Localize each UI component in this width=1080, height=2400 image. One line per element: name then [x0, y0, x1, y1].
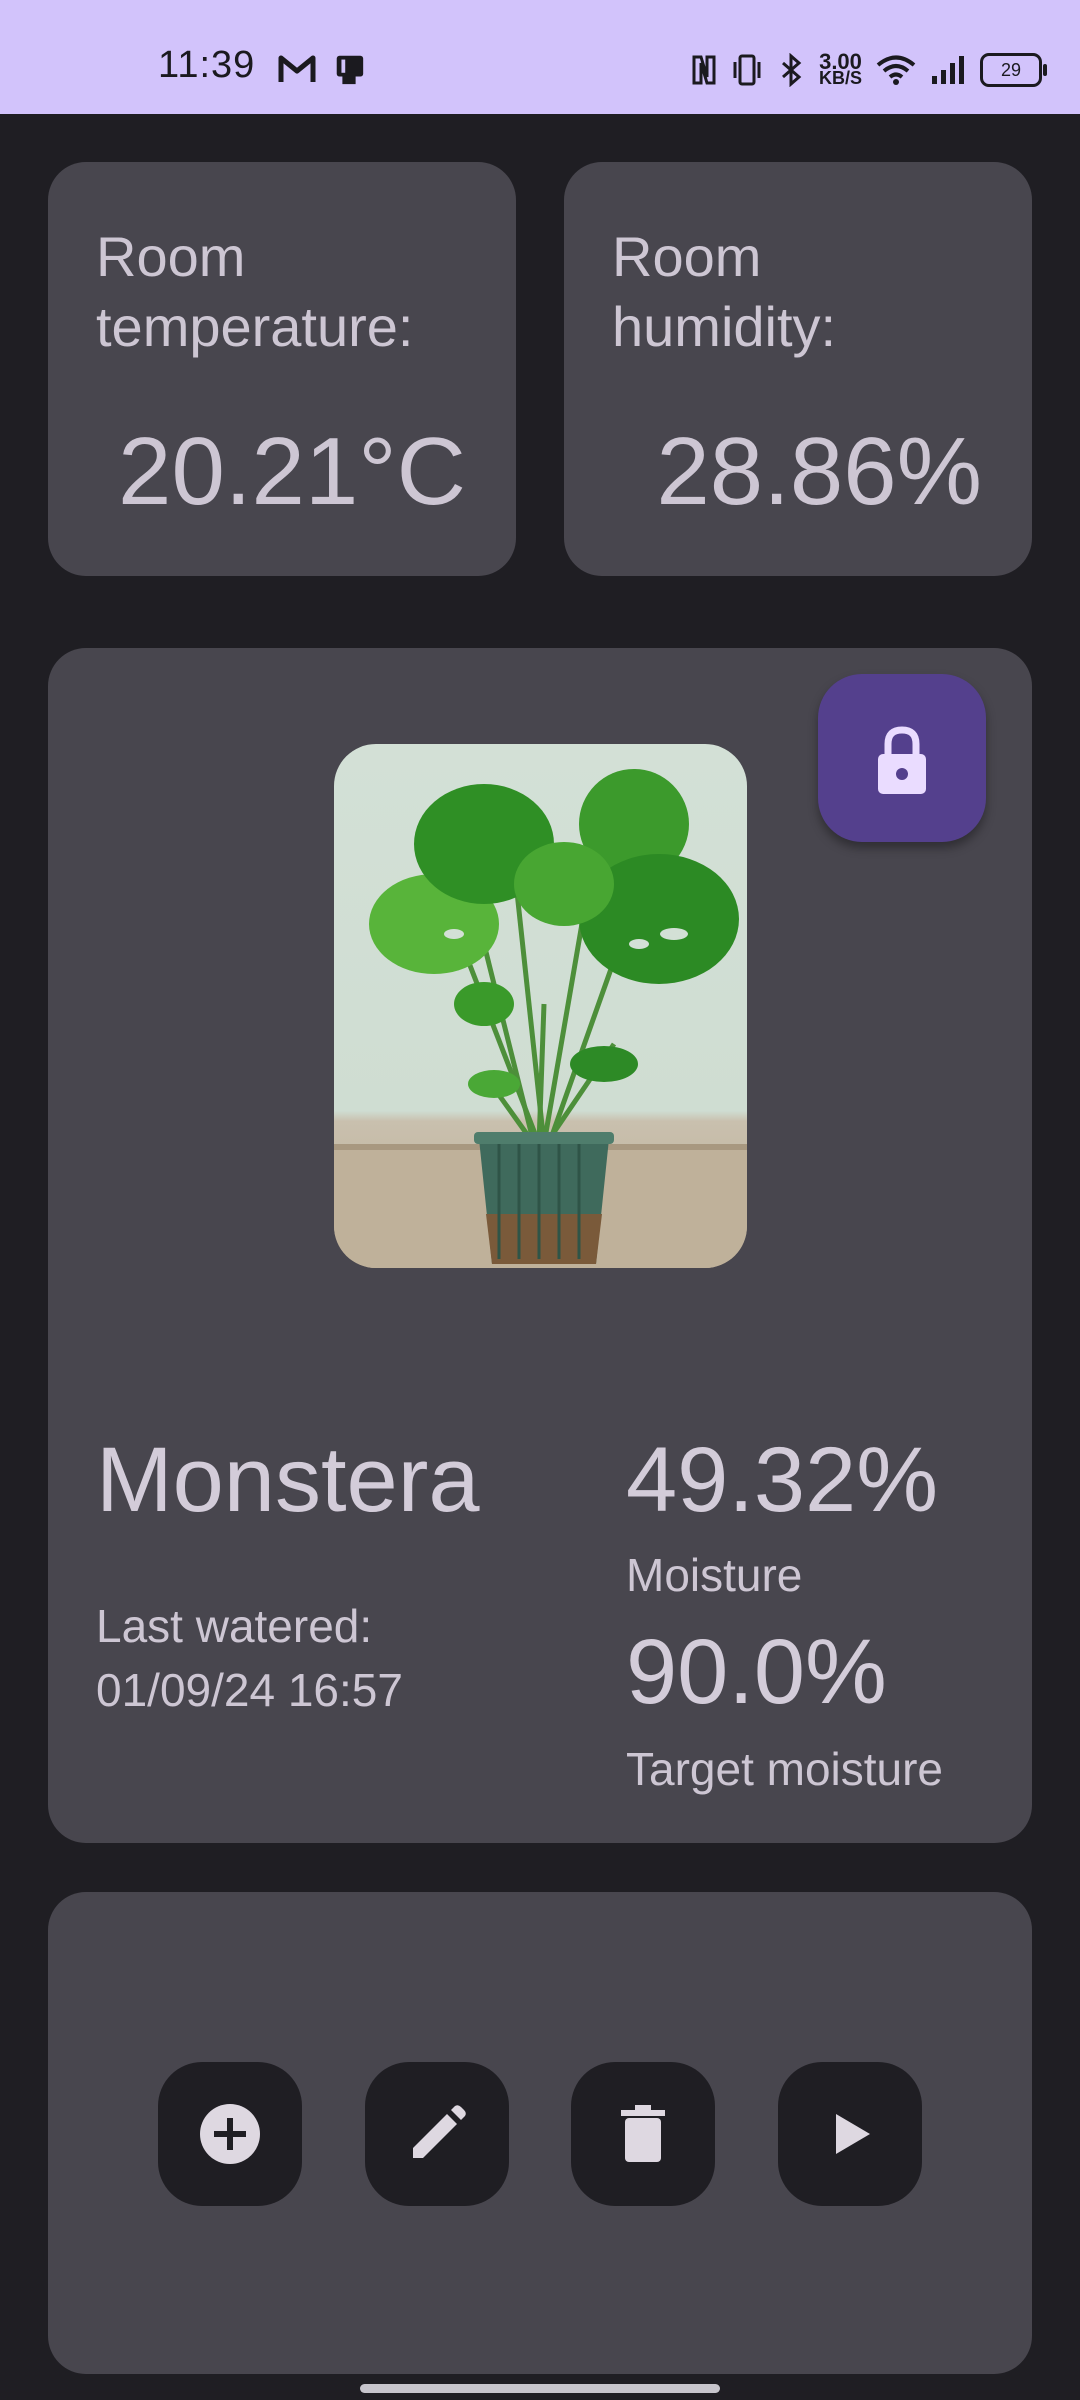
signal-icon: [932, 56, 964, 84]
delete-icon: [621, 2105, 665, 2162]
status-icons: 3.00 KB/S 29: [691, 50, 1047, 90]
edit-button[interactable]: [365, 2062, 509, 2206]
target-moisture-label: Target moisture: [626, 1743, 944, 1795]
status-bar: 11:39 3.00 KB/S 29: [0, 0, 1080, 114]
play-icon: [836, 2114, 870, 2154]
add-button[interactable]: [158, 2062, 302, 2206]
moisture-value: 49.32%: [626, 1429, 939, 1531]
vibrate-icon: [733, 54, 761, 86]
nfc-icon: [692, 55, 716, 85]
room-humidity-card: Room humidity: 28.86%: [564, 162, 1032, 576]
monstera-plant-image: [334, 769, 747, 1268]
plant-photo: [334, 744, 747, 1268]
gmail-icon: [278, 55, 316, 82]
play-button[interactable]: [778, 2062, 922, 2206]
last-watered: Last watered: 01/09/24 16:57: [96, 1594, 403, 1722]
plant-card[interactable]: Monstera Last watered: 01/09/24 16:57 49…: [48, 648, 1032, 1843]
network-speed: 3.00 KB/S: [818, 51, 862, 88]
last-watered-value: 01/09/24 16:57: [96, 1664, 403, 1716]
delete-button[interactable]: [571, 2062, 715, 2206]
add-circle-icon: [200, 2104, 260, 2164]
battery-icon: 29: [980, 53, 1047, 87]
bluetooth-icon: [781, 53, 802, 87]
edit-pencil-icon: [413, 2105, 466, 2158]
plant-name: Monstera: [96, 1429, 480, 1531]
home-indicator[interactable]: [360, 2384, 720, 2393]
wifi-icon: [876, 55, 916, 85]
room-humidity-value: 28.86%: [656, 418, 982, 525]
room-temperature-label: Room temperature:: [96, 225, 414, 358]
status-time: 11:39: [158, 44, 256, 86]
battery-level: 29: [1000, 59, 1022, 80]
room-temperature-value: 20.21°C: [118, 418, 466, 525]
actions-card: [48, 1892, 1032, 2374]
last-watered-label: Last watered:: [96, 1600, 373, 1652]
lock-icon: [878, 726, 926, 794]
notification-icon: [336, 55, 364, 85]
room-temperature-card: Room temperature: 20.21°C: [48, 162, 516, 576]
moisture-label: Moisture: [626, 1549, 803, 1601]
room-humidity-label: Room humidity:: [612, 225, 837, 358]
speed-unit: KB/S: [818, 68, 862, 88]
lock-button[interactable]: [818, 674, 986, 842]
target-moisture-value: 90.0%: [626, 1621, 887, 1723]
